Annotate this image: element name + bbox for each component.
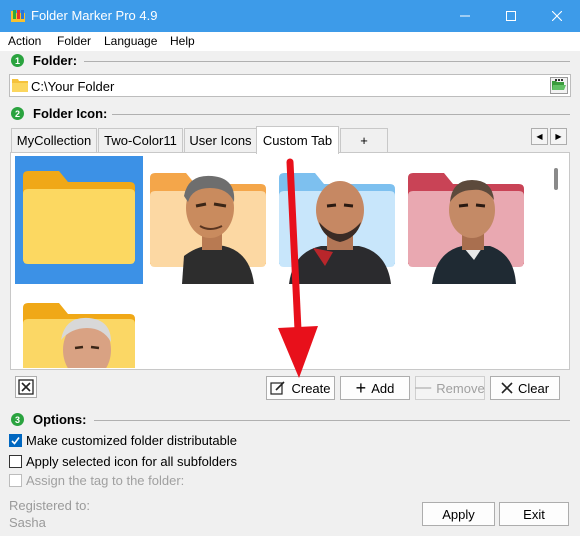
annotation-arrow-icon — [278, 158, 318, 378]
registered-user: Sasha — [9, 515, 46, 530]
remove-button[interactable]: — Remove — [415, 376, 485, 400]
distributable-checkbox[interactable] — [9, 433, 22, 447]
assign-tag-checkbox[interactable] — [9, 473, 22, 487]
tab-add[interactable]: + — [340, 128, 388, 152]
folder-path-field[interactable]: C:\Your Folder — [9, 74, 571, 97]
tab-user-icons[interactable]: User Icons — [184, 128, 257, 152]
apply-button-label: Apply — [442, 506, 475, 522]
icon-tile-yellow-portrait[interactable] — [15, 288, 143, 368]
tab-mycollection[interactable]: MyCollection — [11, 128, 97, 152]
window-title: Folder Marker Pro 4.9 — [31, 8, 158, 23]
menu-language[interactable]: Language — [104, 34, 157, 48]
assign-tag-label: Assign the tag to the folder: — [26, 472, 185, 488]
distributable-label: Make customized folder distributable — [26, 432, 237, 448]
icon-tile-red-portrait[interactable] — [402, 156, 530, 284]
plus-icon: + — [355, 378, 367, 398]
remove-button-label: Remove — [436, 380, 485, 396]
folder-path-text: C:\Your Folder — [31, 79, 115, 94]
section-divider — [94, 420, 570, 421]
icon-grid-scrollbar[interactable] — [554, 168, 558, 190]
icon-tile-orange-portrait[interactable] — [144, 156, 272, 284]
subfolders-label: Apply selected icon for all subfolders — [26, 453, 238, 469]
add-button[interactable]: + Add — [340, 376, 410, 400]
maximize-icon — [506, 11, 516, 21]
step-3-badge: 3 — [11, 413, 24, 426]
title-bar: Folder Marker Pro 4.9 — [0, 0, 580, 32]
edit-icon — [270, 381, 286, 395]
option-subfolders[interactable]: Apply selected icon for all subfolders — [9, 452, 237, 470]
delete-icon-button[interactable] — [15, 376, 37, 398]
clear-button-label: Clear — [517, 380, 550, 396]
tab-scroll-right-button[interactable]: ▶ — [550, 128, 567, 145]
options-section-title: Options: — [33, 412, 87, 427]
apply-button[interactable]: Apply — [422, 502, 495, 526]
close-icon — [552, 11, 562, 21]
clear-x-icon — [501, 382, 513, 394]
minimize-icon — [460, 15, 470, 17]
yellow-portrait-folder-icon — [23, 303, 135, 368]
step-2-badge: 2 — [11, 107, 24, 120]
registered-to-label: Registered to: — [9, 498, 90, 513]
create-button-label: Create — [291, 380, 331, 396]
yellow-folder-icon — [23, 171, 135, 264]
icon-tile-plain-folder[interactable] — [15, 156, 143, 284]
menu-bar: Action Folder Language Help — [0, 32, 580, 51]
delete-image-icon — [18, 379, 34, 395]
maximize-button[interactable] — [488, 0, 534, 32]
add-button-label: Add — [371, 380, 395, 396]
option-assign-tag[interactable]: Assign the tag to the folder: — [9, 471, 184, 489]
tab-custom-tab[interactable]: Custom Tab — [256, 126, 339, 154]
section-divider — [84, 61, 570, 62]
folder-section-title: Folder: — [33, 53, 78, 68]
option-distributable[interactable]: Make customized folder distributable — [9, 431, 237, 449]
tab-scroll-left-button[interactable]: ◀ — [531, 128, 548, 145]
arrow-left-icon: ◀ — [536, 132, 543, 141]
tab-two-color11[interactable]: Two-Color11 — [98, 128, 183, 152]
arrow-right-icon: ▶ — [555, 132, 562, 141]
exit-button[interactable]: Exit — [499, 502, 569, 526]
subfolders-checkbox[interactable] — [9, 454, 22, 468]
red-portrait-folder-icon — [408, 173, 524, 284]
exit-button-label: Exit — [523, 506, 545, 522]
menu-help[interactable]: Help — [170, 34, 195, 48]
menu-action[interactable]: Action — [8, 34, 41, 48]
close-button[interactable] — [534, 0, 580, 32]
step-1-badge: 1 — [11, 54, 24, 67]
folder-icon — [12, 79, 28, 92]
minimize-button[interactable] — [442, 0, 488, 32]
checkmark-icon — [11, 436, 20, 445]
orange-portrait-folder-icon — [150, 173, 266, 284]
browse-folder-button[interactable] — [550, 77, 568, 94]
folder-icon-section-title: Folder Icon: — [33, 106, 108, 121]
open-folder-icon — [552, 79, 566, 90]
minus-icon: — — [415, 379, 432, 396]
clear-button[interactable]: Clear — [490, 376, 560, 400]
folder-marker-app-icon — [11, 10, 25, 22]
section-divider — [112, 114, 570, 115]
menu-folder[interactable]: Folder — [57, 34, 91, 48]
